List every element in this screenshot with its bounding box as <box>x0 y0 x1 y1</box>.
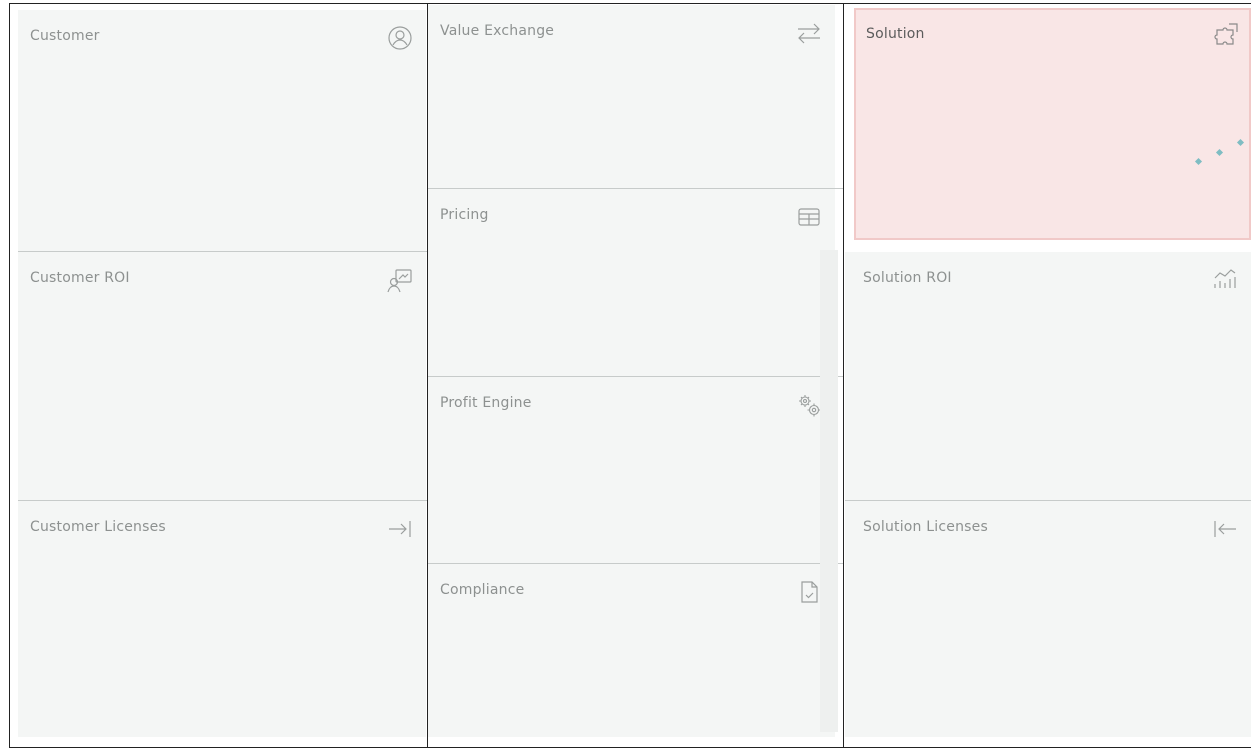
value-exchange-block[interactable]: Value Exchange <box>428 5 835 188</box>
solution-roi-title: Solution ROI <box>863 270 952 286</box>
arrows-exchange-icon <box>798 23 820 44</box>
solution-licenses-block[interactable]: Solution Licenses <box>845 501 1251 737</box>
user-circle-icon <box>388 26 412 50</box>
customer-licenses-block[interactable]: Customer Licenses <box>18 501 426 737</box>
customer-block[interactable]: Customer <box>18 10 426 251</box>
column-divider-2 <box>843 3 844 748</box>
user-chart-icon <box>387 269 412 293</box>
profit-engine-block[interactable]: Profit Engine <box>428 377 835 563</box>
solution-licenses-title: Solution Licenses <box>863 519 988 535</box>
customer-roi-title: Customer ROI <box>30 270 130 286</box>
pricing-block[interactable]: Pricing <box>428 189 835 376</box>
puzzle-icon <box>1214 23 1238 45</box>
solution-title: Solution <box>866 26 925 42</box>
document-check-icon <box>801 581 818 603</box>
middle-scrollbar[interactable] <box>820 250 838 732</box>
compliance-title: Compliance <box>440 582 525 598</box>
compliance-block[interactable]: Compliance <box>428 564 835 737</box>
customer-title: Customer <box>30 28 100 44</box>
profit-engine-title: Profit Engine <box>440 395 532 411</box>
bar-chart-trend-icon <box>1214 269 1236 288</box>
customer-licenses-title: Customer Licenses <box>30 519 166 535</box>
pricing-title: Pricing <box>440 207 489 223</box>
gears-icon <box>799 395 821 417</box>
customer-roi-block[interactable]: Customer ROI <box>18 252 426 500</box>
arrow-left-from-bar-icon <box>1214 521 1236 537</box>
value-exchange-title: Value Exchange <box>440 23 555 39</box>
table-icon <box>798 208 820 226</box>
solution-block[interactable]: Solution <box>854 8 1251 240</box>
solution-roi-block[interactable]: Solution ROI <box>845 252 1251 500</box>
arrow-right-to-bar-icon <box>389 521 411 537</box>
